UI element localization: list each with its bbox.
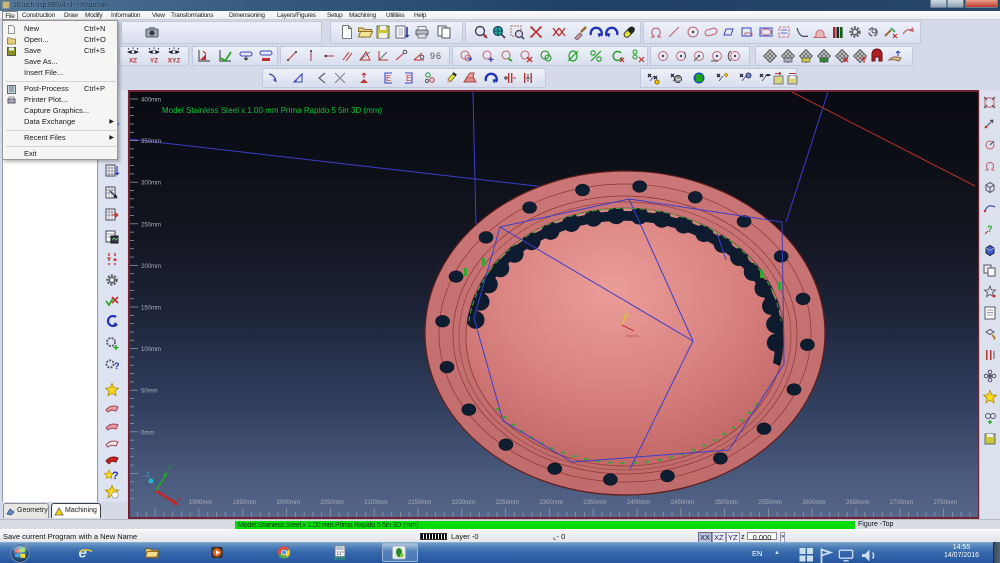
svg-text:2000mm: 2000mm bbox=[277, 500, 300, 506]
svg-text:2350mm: 2350mm bbox=[583, 500, 606, 506]
svg-text:XYZ: XYZ bbox=[168, 58, 181, 64]
svg-text:2650mm: 2650mm bbox=[846, 500, 869, 506]
svg-text:2100mm: 2100mm bbox=[364, 500, 387, 506]
svg-text:2200mm: 2200mm bbox=[452, 500, 475, 506]
svg-text:250mm: 250mm bbox=[141, 222, 161, 228]
svg-text:300mm: 300mm bbox=[141, 181, 161, 187]
svg-text:9: 9 bbox=[430, 51, 435, 61]
svg-text:200mm: 200mm bbox=[141, 264, 161, 270]
svg-text:H: H bbox=[676, 77, 681, 84]
svg-text:2600mm: 2600mm bbox=[802, 500, 825, 506]
svg-text:2300mm: 2300mm bbox=[539, 500, 562, 506]
svg-text:E: E bbox=[386, 74, 391, 83]
svg-text:2400mm: 2400mm bbox=[627, 500, 650, 506]
svg-text:100mm: 100mm bbox=[141, 347, 161, 353]
svg-text:150mm: 150mm bbox=[141, 306, 161, 312]
svg-text:0mm: 0mm bbox=[141, 430, 154, 436]
svg-text:Z: Z bbox=[146, 473, 150, 479]
svg-text:YZ: YZ bbox=[150, 58, 158, 64]
svg-text:400mm: 400mm bbox=[141, 98, 161, 104]
svg-text:350mm: 350mm bbox=[141, 139, 161, 145]
svg-text:x: x bbox=[178, 497, 181, 503]
svg-text:1950mm: 1950mm bbox=[233, 500, 256, 506]
svg-text:Model Stainless Steel x 1.00 m: Model Stainless Steel x 1.00 mm Prima Ra… bbox=[162, 106, 382, 115]
svg-text:Y: Y bbox=[168, 466, 172, 472]
svg-text:2050mm: 2050mm bbox=[320, 500, 343, 506]
svg-text:?: ? bbox=[114, 361, 120, 371]
svg-text:2450mm: 2450mm bbox=[671, 500, 694, 506]
svg-text:1900mm: 1900mm bbox=[189, 500, 212, 506]
svg-text:e: e bbox=[79, 545, 87, 560]
svg-text:?: ? bbox=[112, 470, 119, 482]
svg-text:E: E bbox=[406, 74, 411, 83]
svg-text:2700mm: 2700mm bbox=[890, 500, 913, 506]
svg-text:50mm: 50mm bbox=[141, 389, 158, 395]
svg-text:2150mm: 2150mm bbox=[408, 500, 431, 506]
svg-text:2500mm: 2500mm bbox=[715, 500, 738, 506]
svg-text:2550mm: 2550mm bbox=[758, 500, 781, 506]
svg-text:?: ? bbox=[987, 224, 993, 234]
svg-text:2016: 2016 bbox=[334, 556, 345, 560]
svg-text:Rapido: Rapido bbox=[626, 333, 639, 338]
svg-text:XZ: XZ bbox=[129, 58, 137, 64]
svg-text:2250mm: 2250mm bbox=[496, 500, 519, 506]
svg-text:2750mm: 2750mm bbox=[934, 500, 957, 506]
svg-text:6: 6 bbox=[436, 51, 441, 61]
